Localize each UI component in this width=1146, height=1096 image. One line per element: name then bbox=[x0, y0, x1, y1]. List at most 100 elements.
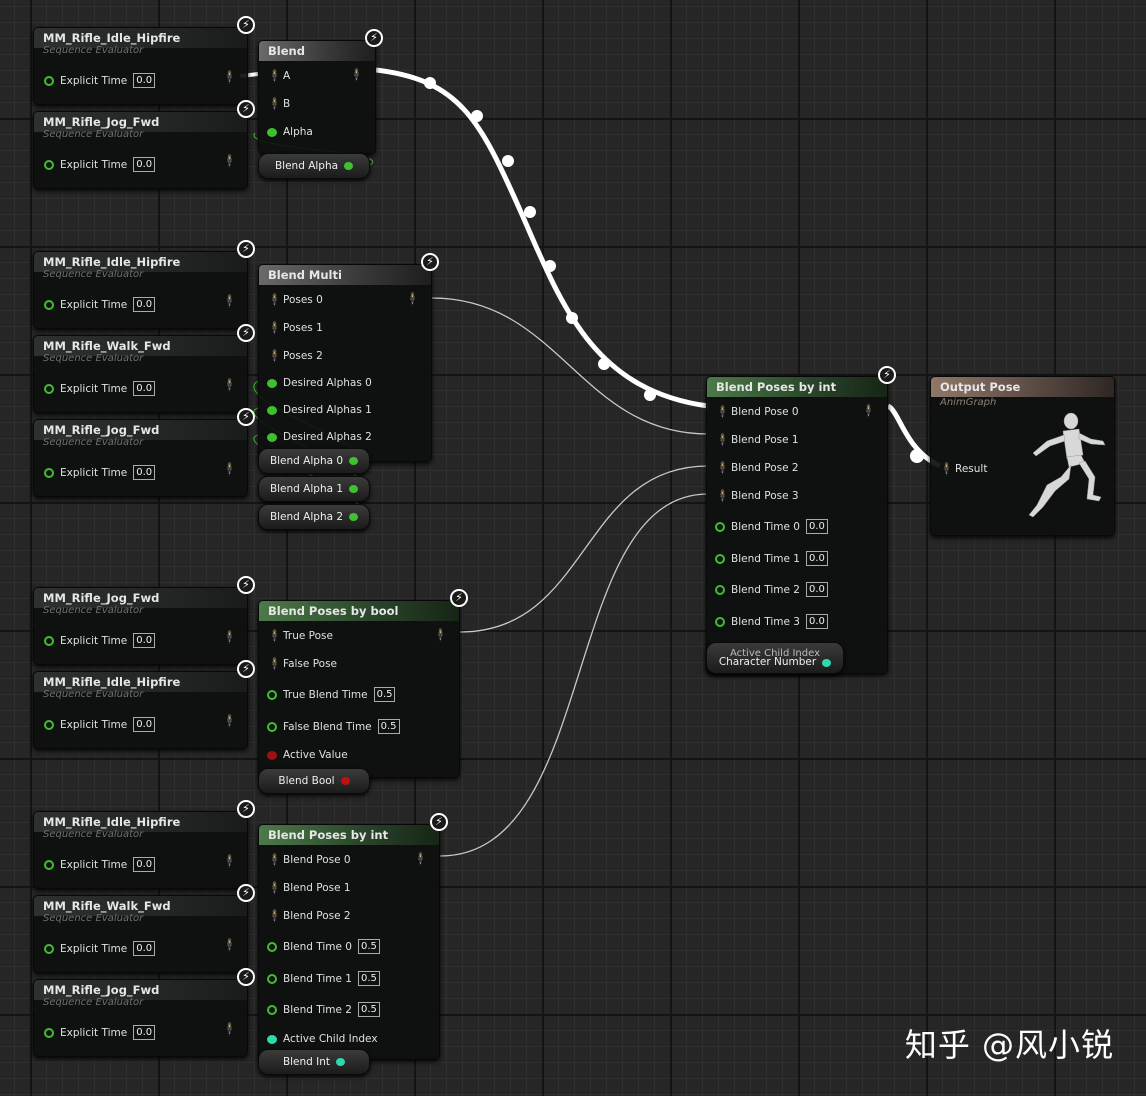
pin-blend-time-0[interactable]: Blend Time 0 0.0 bbox=[715, 519, 828, 534]
explicit-time-row[interactable]: Explicit Time 0.0 bbox=[44, 1025, 156, 1040]
float-pin-icon[interactable] bbox=[44, 635, 54, 646]
blend-time-input[interactable]: 0.0 bbox=[805, 614, 828, 629]
pose-pin-icon[interactable]: 🕴 bbox=[715, 462, 730, 474]
blend-poses-by-int-main-node[interactable]: Blend Poses by int 🕴 Blend Pose 0 🕴 Blend … bbox=[706, 376, 888, 674]
float-pin-icon[interactable] bbox=[44, 859, 54, 870]
pin-false-pose[interactable]: 🕴 False Pose bbox=[267, 658, 337, 670]
explicit-time-input[interactable]: 0.0 bbox=[133, 157, 156, 172]
blend-time-input[interactable]: 0.5 bbox=[357, 971, 380, 986]
explicit-time-row[interactable]: Explicit Time 0.0 bbox=[44, 73, 156, 88]
pin-poses-2[interactable]: 🕴 Poses 2 bbox=[267, 350, 323, 362]
sequence-evaluator-node[interactable]: MM_Rifle_Walk_Fwd Sequence Evaluator Exp… bbox=[33, 335, 248, 413]
pin-result[interactable]: 🕴 Result bbox=[939, 463, 987, 475]
explicit-time-row[interactable]: Explicit Time 0.0 bbox=[44, 381, 156, 396]
pose-pin-icon[interactable]: 🕴 bbox=[715, 406, 730, 418]
blend-node[interactable]: Blend 🕴 A 🕴 B Alpha 🕴 bbox=[258, 40, 376, 154]
pose-output-pin-icon[interactable]: 🕴 bbox=[222, 294, 237, 308]
sequence-evaluator-node[interactable]: MM_Rifle_Jog_Fwd Sequence Evaluator Expl… bbox=[33, 111, 248, 189]
float-pin-icon[interactable] bbox=[267, 378, 277, 388]
pin-blend-pose-1[interactable]: 🕴 Blend Pose 1 bbox=[267, 882, 351, 894]
int-pin-icon[interactable] bbox=[822, 658, 832, 667]
blend-time-input[interactable]: 0.0 bbox=[805, 519, 828, 534]
pin-blend-pose-2[interactable]: 🕴 Blend Pose 2 bbox=[715, 462, 799, 474]
false-blend-time-input[interactable]: 0.5 bbox=[377, 719, 400, 734]
blend-time-input[interactable]: 0.0 bbox=[805, 582, 828, 597]
pose-pin-icon[interactable]: 🕴 bbox=[267, 854, 282, 866]
pose-output-pin-icon[interactable]: 🕴 bbox=[222, 462, 237, 476]
sequence-evaluator-node[interactable]: MM_Rifle_Jog_Fwd Sequence Evaluator Expl… bbox=[33, 979, 248, 1057]
float-pin-icon[interactable] bbox=[267, 127, 277, 137]
float-pin-icon[interactable] bbox=[344, 162, 354, 170]
explicit-time-row[interactable]: Explicit Time 0.0 bbox=[44, 297, 156, 312]
pin-a[interactable]: 🕴 A bbox=[267, 70, 290, 82]
bool-pin-icon[interactable] bbox=[267, 750, 277, 760]
pose-output-pin-icon[interactable]: 🕴 bbox=[861, 404, 876, 418]
pose-pin-icon[interactable]: 🕴 bbox=[267, 98, 282, 110]
pin-b[interactable]: 🕴 B bbox=[267, 98, 290, 110]
pose-output-pin-icon[interactable]: 🕴 bbox=[222, 154, 237, 168]
blend-bool-node[interactable]: Blend Bool bbox=[258, 768, 370, 794]
explicit-time-row[interactable]: Explicit Time 0.0 bbox=[44, 633, 156, 648]
pose-pin-icon[interactable]: 🕴 bbox=[267, 882, 282, 894]
pose-pin-icon[interactable]: 🕴 bbox=[715, 434, 730, 446]
anim-graph-canvas[interactable]: MM_Rifle_Idle_Hipfire Sequence Evaluator… bbox=[0, 0, 1146, 1096]
blend-poses-by-bool-node[interactable]: Blend Poses by bool 🕴 True Pose 🕴 False Po… bbox=[258, 600, 460, 778]
pose-output-pin-icon[interactable]: 🕴 bbox=[222, 854, 237, 868]
float-pin-icon[interactable] bbox=[44, 467, 54, 478]
explicit-time-row[interactable]: Explicit Time 0.0 bbox=[44, 717, 156, 732]
pin-desired-alphas-2[interactable]: Desired Alphas 2 bbox=[267, 431, 372, 443]
float-pin-icon[interactable] bbox=[349, 457, 359, 465]
blend-int-node[interactable]: Blend Int bbox=[258, 1049, 370, 1075]
sequence-evaluator-node[interactable]: MM_Rifle_Idle_Hipfire Sequence Evaluator… bbox=[33, 27, 248, 105]
float-pin-icon[interactable] bbox=[715, 584, 725, 595]
pin-active-value[interactable]: Active Value bbox=[267, 749, 348, 761]
float-pin-icon[interactable] bbox=[715, 521, 725, 532]
sequence-evaluator-node[interactable]: MM_Rifle_Walk_Fwd Sequence Evaluator Exp… bbox=[33, 895, 248, 973]
float-pin-icon[interactable] bbox=[44, 75, 54, 86]
pose-pin-icon[interactable]: 🕴 bbox=[715, 490, 730, 502]
float-pin-icon[interactable] bbox=[44, 943, 54, 954]
pose-output-pin-icon[interactable]: 🕴 bbox=[222, 938, 237, 952]
pose-output-pin-icon[interactable]: 🕴 bbox=[222, 714, 237, 728]
float-pin-icon[interactable] bbox=[267, 721, 277, 732]
blend-alpha-2-node[interactable]: Blend Alpha 2 bbox=[258, 504, 370, 530]
pose-output-pin-icon[interactable]: 🕴 bbox=[405, 292, 420, 306]
pin-blend-pose-1[interactable]: 🕴 Blend Pose 1 bbox=[715, 434, 799, 446]
pose-pin-icon[interactable]: 🕴 bbox=[939, 463, 954, 475]
pose-output-pin-icon[interactable]: 🕴 bbox=[349, 68, 364, 82]
explicit-time-row[interactable]: Explicit Time 0.0 bbox=[44, 465, 156, 480]
explicit-time-row[interactable]: Explicit Time 0.0 bbox=[44, 857, 156, 872]
pin-blend-time-0[interactable]: Blend Time 0 0.5 bbox=[267, 939, 380, 954]
sequence-evaluator-node[interactable]: MM_Rifle_Jog_Fwd Sequence Evaluator Expl… bbox=[33, 419, 248, 497]
pin-false-blend-time[interactable]: False Blend Time 0.5 bbox=[267, 719, 400, 734]
pose-pin-icon[interactable]: 🕴 bbox=[267, 350, 282, 362]
pin-poses-1[interactable]: 🕴 Poses 1 bbox=[267, 322, 323, 334]
float-pin-icon[interactable] bbox=[715, 616, 725, 627]
float-pin-icon[interactable] bbox=[267, 405, 277, 415]
explicit-time-input[interactable]: 0.0 bbox=[133, 73, 156, 88]
blend-time-input[interactable]: 0.0 bbox=[805, 551, 828, 566]
float-pin-icon[interactable] bbox=[44, 383, 54, 394]
float-pin-icon[interactable] bbox=[267, 973, 277, 984]
pose-pin-icon[interactable]: 🕴 bbox=[267, 70, 282, 82]
float-pin-icon[interactable] bbox=[267, 1004, 277, 1015]
pose-output-pin-icon[interactable]: 🕴 bbox=[222, 630, 237, 644]
explicit-time-row[interactable]: Explicit Time 0.0 bbox=[44, 941, 156, 956]
pose-output-pin-icon[interactable]: 🕴 bbox=[222, 70, 237, 84]
explicit-time-input[interactable]: 0.0 bbox=[133, 941, 156, 956]
pin-blend-time-1[interactable]: Blend Time 1 0.5 bbox=[267, 971, 380, 986]
pose-pin-icon[interactable]: 🕴 bbox=[267, 630, 282, 642]
pose-output-pin-icon[interactable]: 🕴 bbox=[413, 852, 428, 866]
float-pin-icon[interactable] bbox=[267, 941, 277, 952]
pose-pin-icon[interactable]: 🕴 bbox=[267, 658, 282, 670]
explicit-time-input[interactable]: 0.0 bbox=[133, 381, 156, 396]
bool-pin-icon[interactable] bbox=[340, 777, 350, 785]
pose-output-pin-icon[interactable]: 🕴 bbox=[222, 1022, 237, 1036]
sequence-evaluator-node[interactable]: MM_Rifle_Jog_Fwd Sequence Evaluator Expl… bbox=[33, 587, 248, 665]
float-pin-icon[interactable] bbox=[267, 432, 277, 442]
pin-blend-pose-3[interactable]: 🕴 Blend Pose 3 bbox=[715, 490, 799, 502]
true-blend-time-input[interactable]: 0.5 bbox=[373, 687, 396, 702]
pin-desired-alphas-0[interactable]: Desired Alphas 0 bbox=[267, 377, 372, 389]
pose-pin-icon[interactable]: 🕴 bbox=[267, 322, 282, 334]
pose-pin-icon[interactable]: 🕴 bbox=[267, 294, 282, 306]
